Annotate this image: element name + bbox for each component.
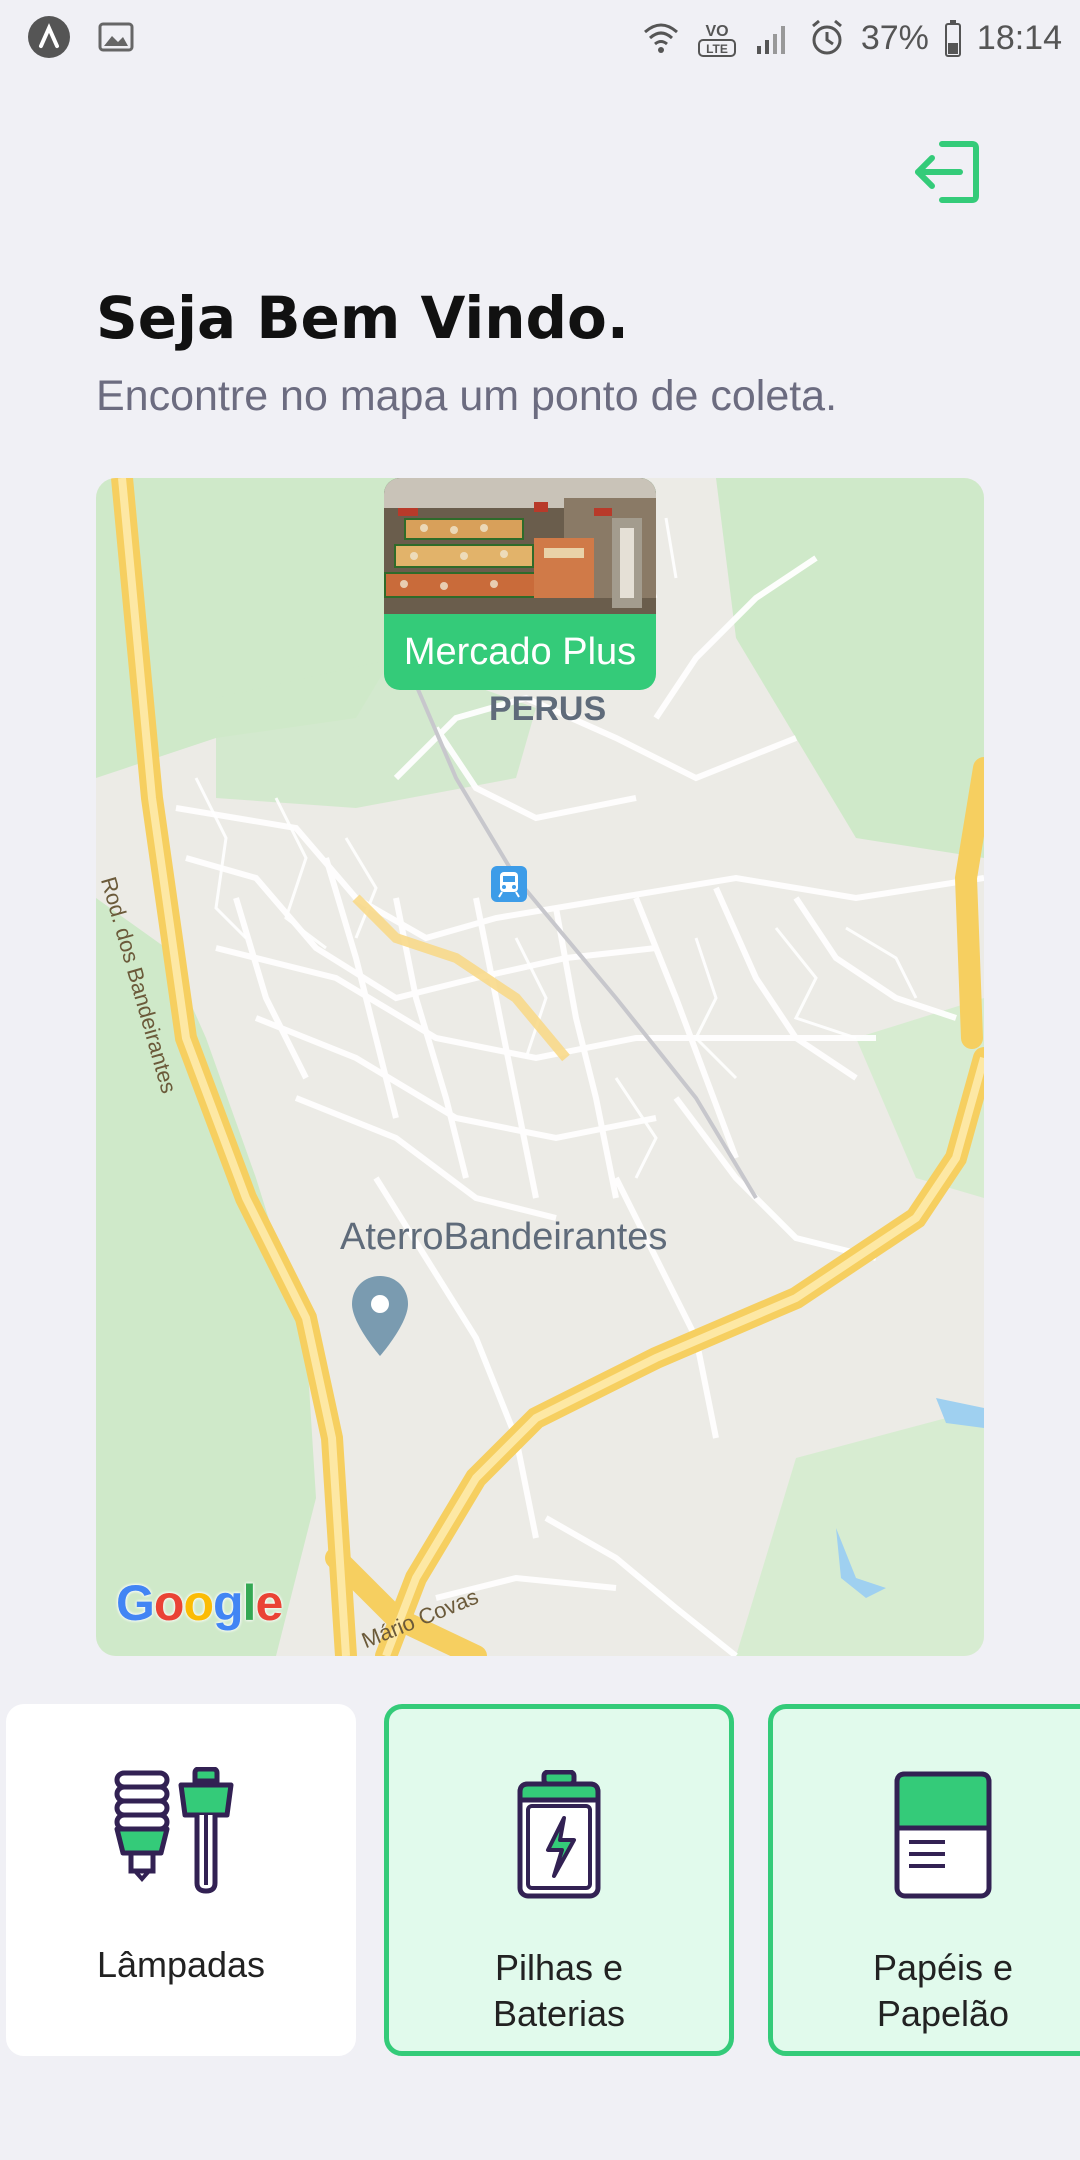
svg-text:VO: VO xyxy=(705,23,728,40)
landmark-label: AterroBandeirantes xyxy=(340,1216,668,1258)
location-pin-icon xyxy=(352,1276,408,1356)
map-view[interactable]: PERUS AterroBandeirantes Rod. dos Bandei… xyxy=(96,478,984,1656)
logout-button[interactable] xyxy=(908,134,984,210)
item-card-pilhas[interactable]: Pilhas e Baterias xyxy=(384,1704,734,2056)
page-title: Seja Bem Vindo. xyxy=(96,284,629,352)
svg-text:LTE: LTE xyxy=(706,42,728,56)
status-bar: VO LTE 37% 18:14 xyxy=(0,0,1080,76)
page-subtitle: Encontre no mapa um ponto de coleta. xyxy=(96,372,838,420)
volte-icon: VO LTE xyxy=(697,23,736,57)
clock: 18:14 xyxy=(976,18,1062,57)
image-notification-icon xyxy=(98,22,134,52)
battery-status-icon xyxy=(944,20,961,57)
lamp-icon xyxy=(111,1762,251,1902)
alarm-icon xyxy=(811,19,842,55)
item-label: Pilhas e Baterias xyxy=(492,1947,626,2034)
item-label: Papéis e Papelão xyxy=(872,1947,1014,2034)
item-card-papeis[interactable]: Papéis e Papelão xyxy=(768,1704,1080,2056)
district-label: PERUS xyxy=(489,690,607,728)
items-carousel[interactable]: Lâmpadas Pilhas e Baterias Papéis e Pape… xyxy=(0,1704,1080,2068)
map-marker-card[interactable]: Mercado Plus xyxy=(384,478,656,690)
app-notification-icon xyxy=(28,16,70,58)
train-station-icon xyxy=(491,866,527,902)
battery-percent: 37% xyxy=(860,18,929,57)
marker-name: Mercado Plus xyxy=(403,631,637,673)
signal-icon xyxy=(756,26,785,54)
logout-icon xyxy=(915,141,979,203)
marker-photo xyxy=(384,478,656,614)
google-logo: Google xyxy=(116,1575,283,1631)
battery-icon xyxy=(514,1765,604,1905)
paper-icon xyxy=(893,1765,993,1905)
item-label: Lâmpadas xyxy=(96,1944,266,1985)
wifi-icon xyxy=(643,23,678,53)
item-card-lampadas[interactable]: Lâmpadas xyxy=(6,1704,356,2056)
